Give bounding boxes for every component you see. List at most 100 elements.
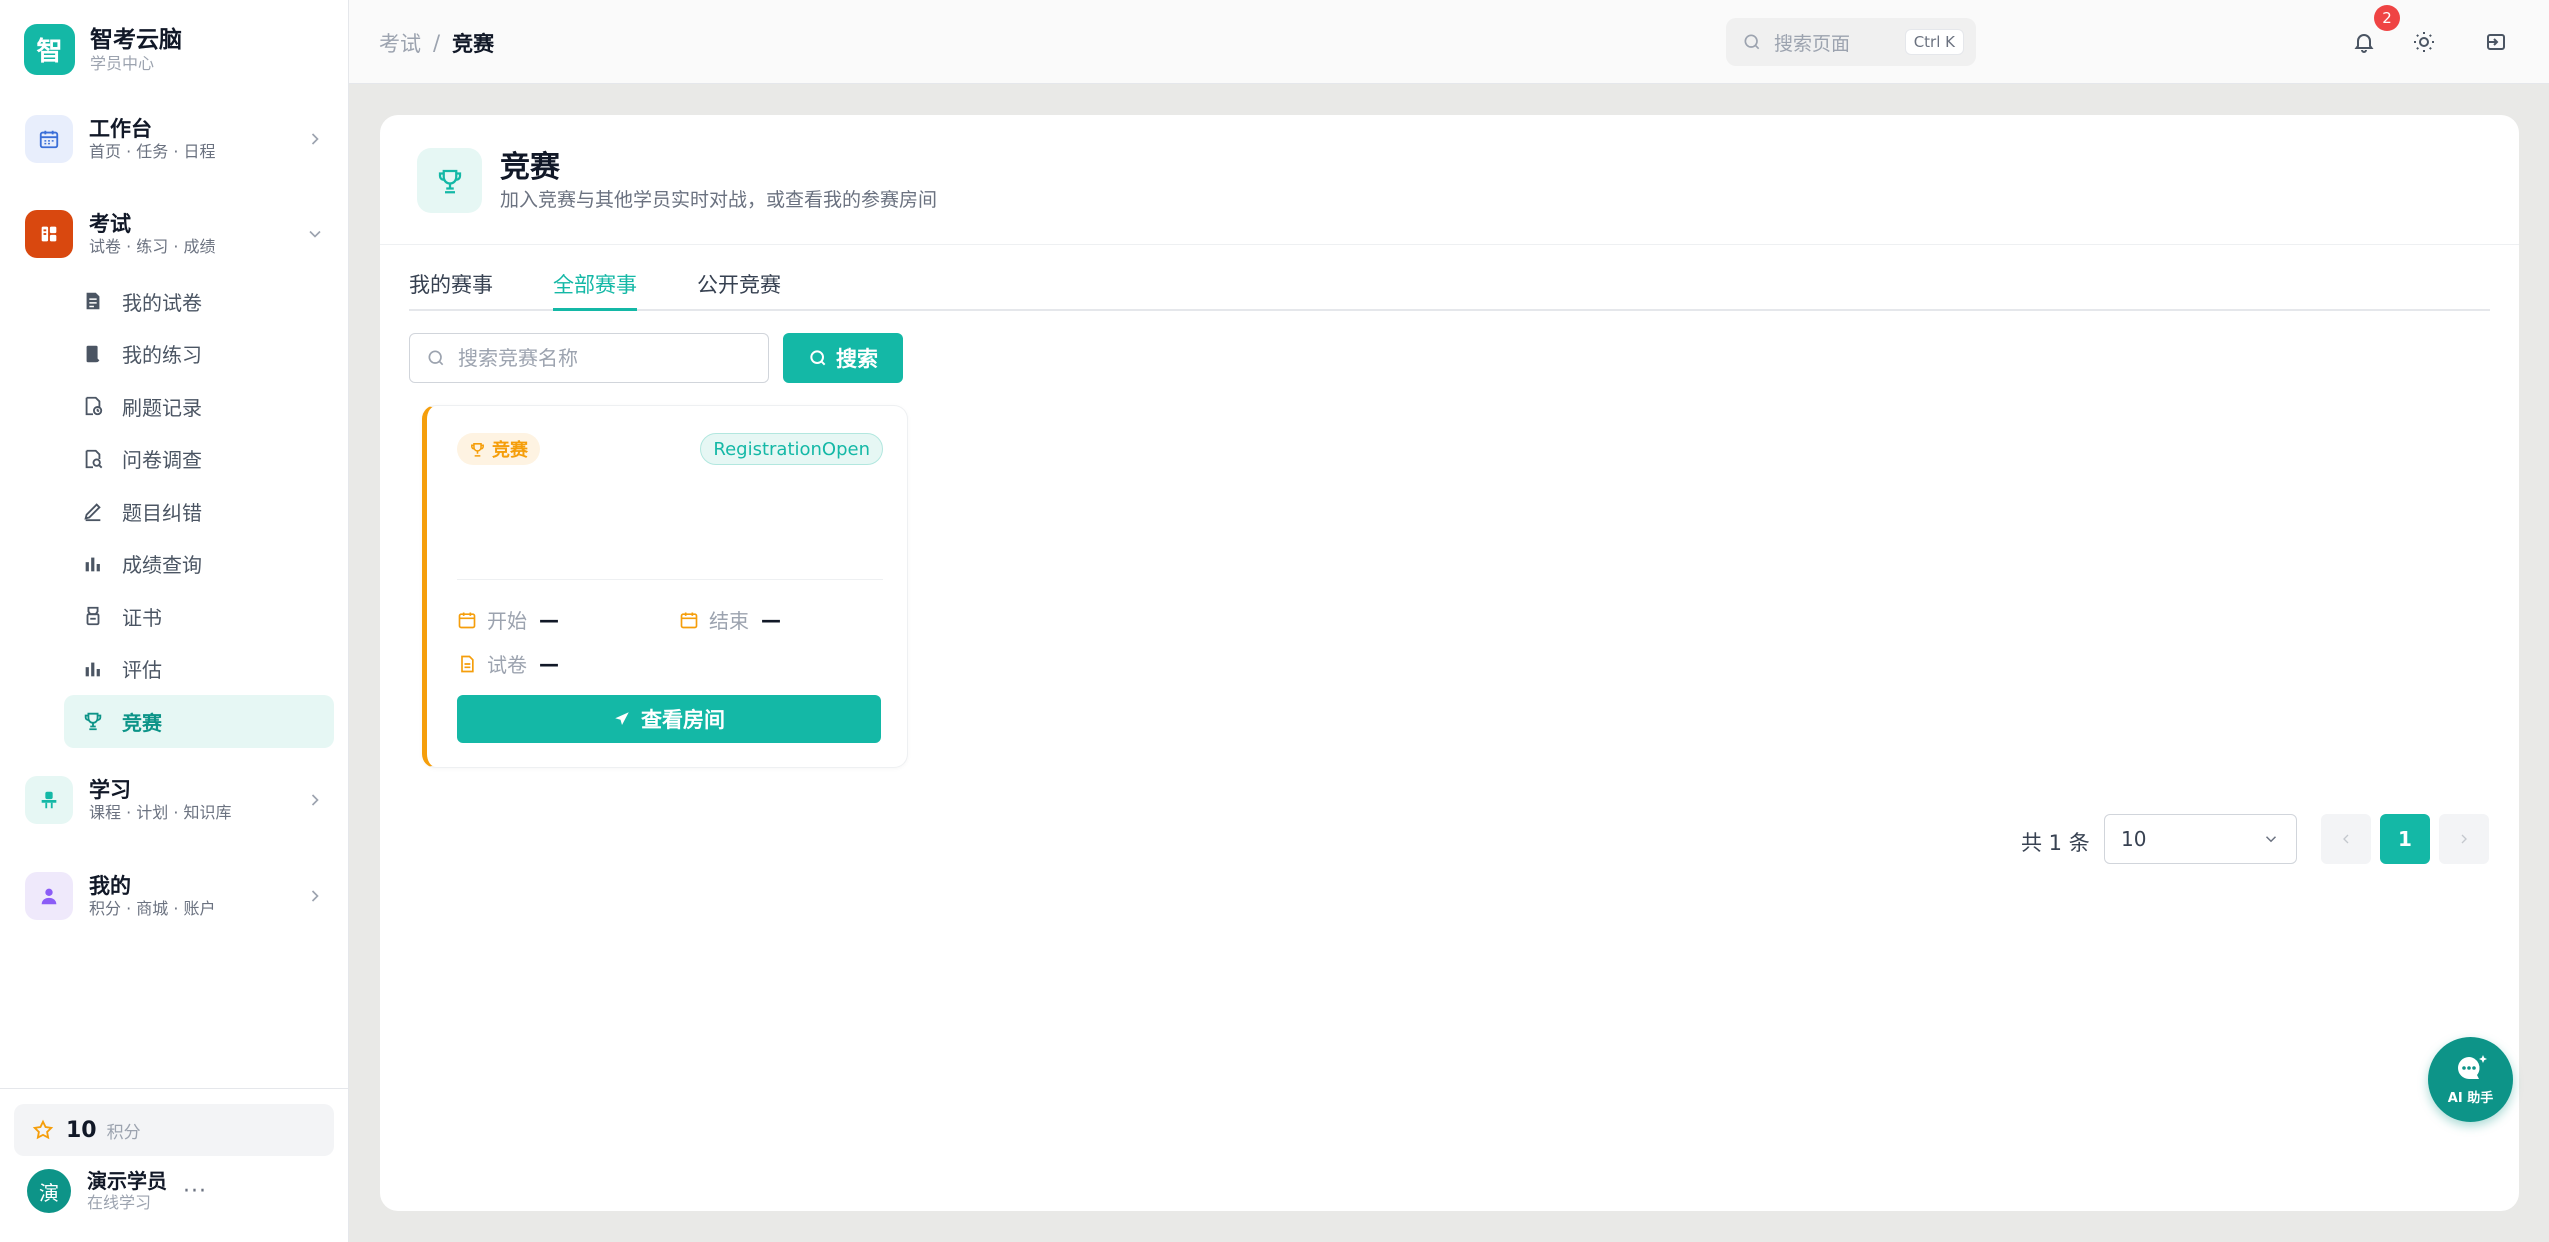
- end-time: 结束 —: [679, 605, 781, 634]
- tab-my-events[interactable]: 我的赛事: [409, 265, 493, 311]
- sidebar-item-my-papers[interactable]: 我的试卷: [64, 275, 334, 328]
- tab-bar: 我的赛事 全部赛事 公开竞赛: [409, 265, 2490, 311]
- calendar-icon: [679, 610, 699, 630]
- more-icon[interactable]: ···: [183, 1179, 207, 1204]
- sidebar-item-label: 成绩查询: [122, 553, 202, 578]
- sidebar-item-label: 问卷调查: [122, 448, 202, 473]
- document-icon: [457, 654, 477, 674]
- sidebar-item-scores[interactable]: 成绩查询: [64, 538, 334, 591]
- page-description: 加入竞赛与其他学员实时对战，或查看我的参赛房间: [500, 188, 938, 211]
- sidebar-item-history[interactable]: 刷题记录: [64, 380, 334, 433]
- tab-public-competitions[interactable]: 公开竞赛: [697, 265, 781, 311]
- page-number-button[interactable]: 1: [2380, 814, 2430, 864]
- study-icon: [25, 776, 73, 824]
- page-search-placeholder: 搜索页面: [1774, 32, 1851, 55]
- start-label: 开始: [487, 609, 527, 633]
- logout-icon[interactable]: [2484, 30, 2508, 54]
- start-time: 开始 —: [457, 605, 559, 634]
- pagination-total: 共 1 条: [2021, 831, 2090, 855]
- history-icon: [82, 395, 104, 417]
- sidebar-item-label: 题目纠错: [122, 500, 202, 525]
- competition-search-input[interactable]: [458, 346, 758, 370]
- chevron-right-icon: [305, 790, 325, 810]
- sidebar-group-workbench[interactable]: 工作台 首页 · 任务 · 日程: [25, 115, 325, 163]
- certificate-icon: [82, 605, 104, 627]
- tab-all-events[interactable]: 全部赛事: [553, 265, 637, 311]
- sidebar-item-assessment[interactable]: 评估: [64, 643, 334, 696]
- trophy-icon: [469, 441, 486, 458]
- sidebar-group-subtitle: 积分 · 商城 · 账户: [89, 899, 216, 918]
- start-value: —: [539, 607, 559, 632]
- competition-search-field: [409, 333, 769, 383]
- brand-name: 智考云脑: [90, 26, 182, 53]
- page-header: 竞赛 加入竞赛与其他学员实时对战，或查看我的参赛房间: [417, 148, 937, 213]
- sidebar-item-label: 评估: [122, 658, 162, 683]
- chevron-left-icon: [2338, 831, 2354, 847]
- sidebar-group-subtitle: 课程 · 计划 · 知识库: [89, 803, 232, 822]
- sun-icon[interactable]: [2412, 30, 2436, 54]
- bell-icon[interactable]: [2352, 30, 2376, 54]
- header-divider: [380, 244, 2519, 245]
- brand-logo: 智: [24, 24, 75, 75]
- brand[interactable]: 智 智考云脑 学员中心: [24, 24, 182, 75]
- sidebar-item-label: 竞赛: [122, 710, 162, 735]
- assess-icon: [82, 658, 104, 680]
- paper-field: 试卷 —: [457, 649, 559, 678]
- search-button[interactable]: 搜索: [783, 333, 903, 383]
- breadcrumb-parent[interactable]: 考试: [379, 28, 421, 58]
- sidebar-item-certificate[interactable]: 证书: [64, 590, 334, 643]
- breadcrumb-separator: /: [433, 31, 441, 55]
- view-room-button[interactable]: 查看房间: [457, 695, 881, 743]
- sidebar-item-competition[interactable]: 竞赛: [64, 695, 334, 748]
- sidebar-group-subtitle: 试卷 · 练习 · 成绩: [89, 237, 216, 256]
- page-title: 竞赛: [500, 149, 560, 185]
- sidebar-group-subtitle: 首页 · 任务 · 日程: [89, 142, 216, 161]
- paper-icon: [82, 290, 104, 312]
- page-search[interactable]: 搜索页面 Ctrl K: [1726, 18, 1976, 66]
- user-icon: [25, 872, 73, 920]
- prev-page-button[interactable]: [2321, 814, 2371, 864]
- sidebar-item-my-practice[interactable]: 我的练习: [64, 328, 334, 381]
- sidebar-item-correction[interactable]: 题目纠错: [64, 485, 334, 538]
- card-divider: [457, 579, 883, 580]
- star-icon: [32, 1119, 54, 1141]
- view-room-label: 查看房间: [641, 708, 725, 732]
- user-name: 演示学员: [87, 1169, 167, 1193]
- end-label: 结束: [709, 609, 749, 633]
- sidebar-group-title: 学习: [89, 778, 131, 802]
- sidebar-group-title: 考试: [89, 212, 131, 236]
- survey-icon: [82, 448, 104, 470]
- user-profile[interactable]: 演 演示学员 在线学习 ···: [27, 1169, 207, 1213]
- sidebar-item-label: 刷题记录: [122, 395, 202, 420]
- next-page-button[interactable]: [2439, 814, 2489, 864]
- ai-assistant-button[interactable]: AI 助手: [2428, 1037, 2513, 1122]
- exam-icon: [25, 210, 73, 258]
- user-status: 在线学习: [87, 1193, 152, 1212]
- status-badge: RegistrationOpen: [700, 433, 883, 465]
- sidebar-item-survey[interactable]: 问卷调查: [64, 433, 334, 486]
- ai-assistant-label: AI 助手: [2447, 1091, 2494, 1106]
- paper-label: 试卷: [487, 653, 527, 677]
- sidebar-item-label: 我的试卷: [122, 290, 202, 315]
- trophy-icon: [417, 148, 482, 213]
- chevron-right-icon: [305, 129, 325, 149]
- chevron-down-icon: [2262, 830, 2280, 848]
- sidebar-group-mine[interactable]: 我的 积分 · 商城 · 账户: [25, 872, 325, 920]
- calendar-icon: [457, 610, 477, 630]
- topbar: 考试 / 竞赛: [349, 0, 2549, 84]
- paper-value: —: [539, 651, 559, 676]
- chart-icon: [82, 553, 104, 575]
- sidebar-group-study[interactable]: 学习 课程 · 计划 · 知识库: [25, 776, 325, 824]
- sidebar-group-title: 工作台: [89, 117, 152, 141]
- points-box[interactable]: 10 积分: [14, 1104, 334, 1156]
- sidebar-group-exam[interactable]: 考试 试卷 · 练习 · 成绩: [25, 210, 325, 258]
- shortcut-hint: Ctrl K: [1904, 29, 1964, 55]
- end-value: —: [761, 607, 781, 632]
- breadcrumb-current: 竞赛: [452, 32, 495, 56]
- competition-tag: 竞赛: [457, 433, 540, 465]
- competition-tag-label: 竞赛: [492, 440, 528, 461]
- chevron-down-icon: [305, 224, 325, 244]
- sidebar: 智 智考云脑 学员中心 工作台 首页 · 任务 · 日程 考试 试卷 · 练习 …: [0, 0, 349, 1242]
- page-size-select[interactable]: 10: [2104, 814, 2297, 864]
- search-icon: [1742, 32, 1762, 52]
